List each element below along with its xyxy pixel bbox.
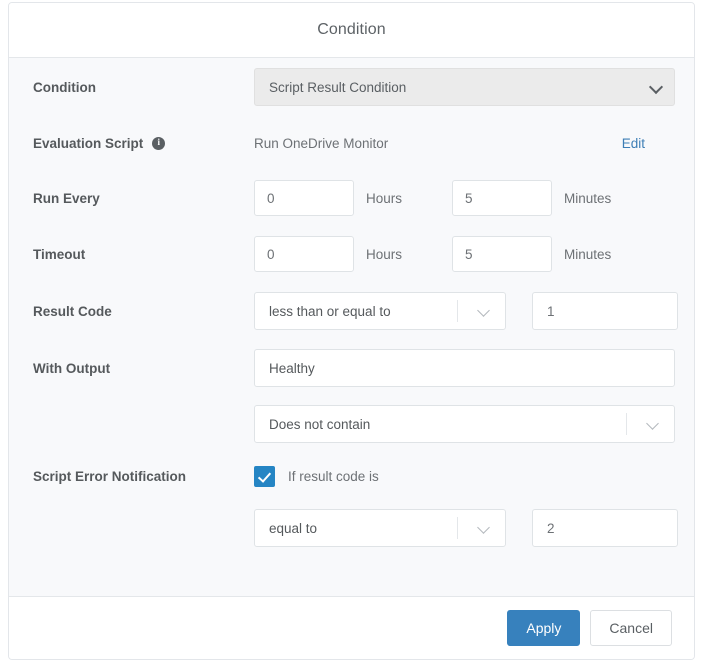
label-timeout-text: Timeout [33, 246, 86, 262]
if-result-code-checkbox[interactable] [254, 465, 275, 487]
label-result-code-text: Result Code [33, 303, 112, 319]
combo-divider [457, 517, 458, 539]
cancel-button[interactable]: Cancel [590, 610, 672, 646]
script-error-operator-value: equal to [269, 520, 318, 536]
dialog-title: Condition [317, 21, 386, 38]
script-error-value-input[interactable] [532, 509, 678, 547]
run-every-hours-input[interactable] [254, 180, 354, 216]
chevron-down-icon [471, 522, 505, 534]
row-run-every: Run Every Hours Minutes [9, 170, 694, 226]
field-run-every: Hours Minutes [254, 180, 670, 216]
label-with-output: With Output [33, 361, 254, 376]
condition-select-value: Script Result Condition [269, 79, 407, 95]
label-run-every: Run Every [33, 191, 254, 206]
result-code-value-input[interactable] [532, 292, 678, 330]
row-script-error-operator: equal to [9, 500, 694, 556]
with-output-text-input[interactable] [254, 349, 675, 387]
if-result-code-checkbox-label: If result code is [288, 468, 379, 484]
row-condition: Condition Script Result Condition [9, 58, 694, 116]
with-output-match-select[interactable]: Does not contain [254, 405, 675, 443]
result-code-operator-select[interactable]: less than or equal to [254, 292, 506, 330]
label-evaluation-script-text: Evaluation Script [33, 135, 144, 151]
chevron-down-icon [650, 81, 662, 93]
condition-dialog: Condition Condition Script Result Condit… [8, 2, 695, 660]
chevron-down-icon [640, 418, 674, 430]
row-with-output: With Output [9, 340, 694, 396]
timeout-hours-unit: Hours [366, 246, 403, 262]
dialog-footer: Apply Cancel [9, 597, 694, 659]
timeout-minutes-unit: Minutes [564, 246, 612, 262]
label-timeout: Timeout [33, 247, 254, 262]
evaluation-script-value: Run OneDrive Monitor [254, 135, 389, 151]
script-error-operator-select[interactable]: equal to [254, 509, 506, 547]
row-with-output-match-mode: Does not contain [9, 396, 694, 452]
edit-script-link[interactable]: Edit [622, 136, 670, 151]
info-icon[interactable]: i [152, 136, 166, 150]
run-every-hours-unit: Hours [366, 190, 403, 206]
label-with-output-text: With Output [33, 360, 111, 376]
field-timeout: Hours Minutes [254, 236, 670, 272]
label-script-error-notification: Script Error Notification [33, 469, 254, 484]
row-script-error-notification: Script Error Notification If result code… [9, 452, 694, 500]
row-result-code: Result Code less than or equal to [9, 282, 694, 340]
timeout-hours-input[interactable] [254, 236, 354, 272]
row-evaluation-script: Evaluation Script i Run OneDrive Monitor… [9, 116, 694, 170]
field-result-code: less than or equal to [254, 292, 678, 330]
label-run-every-text: Run Every [33, 190, 100, 206]
with-output-match-value: Does not contain [269, 416, 371, 432]
apply-button[interactable]: Apply [507, 610, 581, 646]
combo-divider [457, 300, 458, 322]
field-evaluation-script: Run OneDrive Monitor Edit [254, 136, 670, 151]
chevron-down-icon [471, 305, 505, 317]
condition-select[interactable]: Script Result Condition [254, 68, 675, 106]
combo-divider [626, 413, 627, 435]
run-every-minutes-unit: Minutes [564, 190, 612, 206]
field-with-output [254, 349, 675, 387]
row-timeout: Timeout Hours Minutes [9, 226, 694, 282]
dialog-header: Condition [9, 3, 694, 58]
run-every-minutes-input[interactable] [452, 180, 552, 216]
label-condition-text: Condition [33, 79, 96, 95]
field-condition: Script Result Condition [254, 68, 675, 106]
timeout-minutes-input[interactable] [452, 236, 552, 272]
result-code-operator-value: less than or equal to [269, 303, 391, 319]
label-condition: Condition [33, 80, 254, 95]
field-with-output-match-mode: Does not contain [254, 405, 675, 443]
field-script-error-checkbox: If result code is [254, 465, 670, 487]
label-result-code: Result Code [33, 304, 254, 319]
field-script-error-operator: equal to [254, 509, 678, 547]
label-evaluation-script: Evaluation Script i [33, 136, 254, 151]
dialog-body: Condition Script Result Condition Evalua… [9, 58, 694, 597]
label-script-error-notification-text: Script Error Notification [33, 468, 187, 484]
